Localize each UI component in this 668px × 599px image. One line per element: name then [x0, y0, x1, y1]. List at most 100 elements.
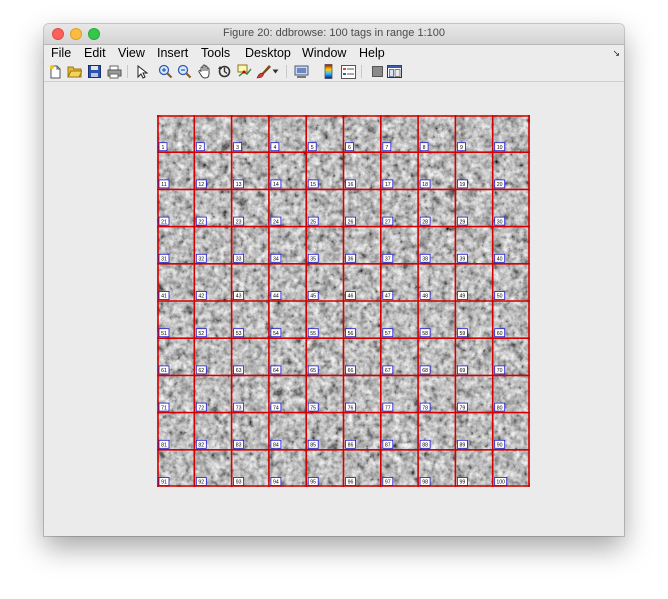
- tile-label: 42: [195, 291, 207, 300]
- menu-help[interactable]: Help: [359, 46, 385, 60]
- tile-label: 72: [195, 402, 207, 412]
- tile-label: 3: [233, 142, 242, 152]
- tile-label: 28: [419, 216, 431, 226]
- tile-label-text: 77: [385, 405, 391, 411]
- colorbar-icon[interactable]: [321, 64, 336, 79]
- tile-label-text: 41: [161, 294, 167, 300]
- legend-icon[interactable]: [341, 64, 356, 79]
- menu-view[interactable]: View: [118, 46, 145, 60]
- tile-label: 38: [419, 253, 431, 263]
- tile-label-text: 78: [422, 405, 428, 411]
- tile-label: 94: [270, 477, 282, 486]
- figure-toolbar: [44, 62, 624, 82]
- tile-label: 44: [270, 291, 282, 300]
- brush-icon[interactable]: [256, 64, 271, 79]
- data-cursor-icon[interactable]: [237, 64, 252, 79]
- link-plot-icon[interactable]: [294, 64, 309, 79]
- tile-label-text: 74: [273, 405, 279, 411]
- tile-label: 76: [345, 402, 356, 412]
- tile-label: 78: [419, 402, 431, 412]
- tile-label: 21: [158, 216, 170, 226]
- title-bar[interactable]: Figure 20: ddbrowse: 100 tags in range 1…: [44, 24, 624, 45]
- tile-label-text: 39: [460, 257, 466, 263]
- tile-label-text: 52: [198, 331, 204, 337]
- tile-label: 60: [494, 328, 506, 338]
- tile-label-text: 30: [497, 219, 503, 225]
- tile-label: 8: [419, 142, 429, 152]
- hide-plot-tools-icon[interactable]: [370, 64, 385, 79]
- tile-label-text: 33: [236, 257, 242, 263]
- tile-label-text: 62: [198, 368, 204, 374]
- tile-label-text: 36: [348, 257, 354, 263]
- tile-label-text: 22: [198, 219, 204, 225]
- tile-label-text: 1: [162, 145, 165, 151]
- tile-label: 22: [195, 216, 207, 226]
- tile-label-text: 97: [385, 480, 391, 486]
- tile-label: 91: [158, 477, 170, 486]
- tile-label: 29: [456, 216, 468, 226]
- tile-label-text: 83: [236, 443, 242, 449]
- new-figure-icon[interactable]: [48, 64, 63, 79]
- tile-label: 10: [494, 142, 506, 152]
- menu-file[interactable]: File: [51, 46, 71, 60]
- tile-label-text: 54: [273, 331, 279, 337]
- tile-label-text: 3: [236, 145, 239, 151]
- menu-insert[interactable]: Insert: [157, 46, 188, 60]
- tile-label: 66: [345, 365, 356, 375]
- pointer-icon[interactable]: [134, 64, 149, 79]
- tile-label-text: 63: [236, 368, 242, 374]
- tile-label-text: 14: [273, 182, 279, 188]
- tile-label-text: 67: [385, 368, 391, 374]
- print-icon[interactable]: [107, 64, 122, 79]
- tile-label-text: 10: [497, 145, 503, 151]
- tile-label: 52: [195, 328, 207, 338]
- tomogram-montage[interactable]: 1 2 3 4 5 6 7 8 9 10 11 12 13 14 15 16 17 18 19 20 21 22 23 24 2…: [157, 115, 530, 487]
- tile-label-text: 98: [422, 480, 428, 486]
- tile-label-text: 88: [422, 443, 428, 449]
- tile-label-text: 34: [273, 257, 279, 263]
- tile-label-text: 45: [310, 294, 316, 300]
- menu-window[interactable]: Window: [302, 46, 346, 60]
- pan-icon[interactable]: [197, 64, 212, 79]
- brush-dropdown-icon[interactable]: [271, 64, 280, 79]
- figure-canvas: 1 2 3 4 5 6 7 8 9 10 11 12 13 14 15 16 17 18 19 20 21 22 23 24 2…: [44, 82, 624, 536]
- open-file-icon[interactable]: [67, 64, 82, 79]
- tile-label: 6: [345, 142, 354, 152]
- tile-label-text: 82: [198, 443, 204, 449]
- tile-label: 63: [233, 365, 244, 375]
- save-icon[interactable]: [87, 64, 102, 79]
- tile-label: 73: [233, 402, 244, 412]
- tile-label: 54: [270, 328, 282, 338]
- rotate-3d-icon[interactable]: [217, 64, 232, 79]
- tile-label-text: 18: [422, 182, 428, 188]
- zoom-in-icon[interactable]: [158, 64, 173, 79]
- tile-label-text: 2: [199, 145, 202, 151]
- menu-tools[interactable]: Tools: [201, 46, 230, 60]
- tile-label-text: 19: [460, 182, 466, 188]
- dock-arrow-icon[interactable]: ↘: [612, 48, 620, 59]
- tile-label-text: 71: [161, 405, 167, 411]
- menu-edit[interactable]: Edit: [84, 46, 106, 60]
- montage-image: 1 2 3 4 5 6 7 8 9 1011 12 13 14 15 16 17 18 19 2021 22 23 24 2…: [157, 115, 530, 487]
- tile-label-text: 96: [348, 480, 354, 486]
- menu-desktop[interactable]: Desktop: [245, 46, 291, 60]
- tile-label-text: 92: [198, 480, 204, 486]
- tile-label-text: 89: [460, 443, 466, 449]
- tile-label: 31: [158, 253, 170, 263]
- tile-label-text: 48: [422, 294, 428, 300]
- tile-label-text: 40: [497, 257, 503, 263]
- tile-label: 89: [456, 439, 468, 449]
- zoom-out-icon[interactable]: [177, 64, 192, 79]
- tile-label-text: 55: [310, 331, 316, 337]
- tile-label: 96: [345, 477, 356, 486]
- tile-label-text: 20: [497, 182, 503, 188]
- tile-label-text: 90: [497, 443, 503, 449]
- tile-label: 37: [382, 253, 394, 263]
- show-plot-tools-icon[interactable]: [387, 64, 402, 79]
- tile-label-text: 86: [348, 443, 354, 449]
- tile-label: 34: [270, 253, 282, 263]
- tile-label-text: 80: [497, 405, 503, 411]
- tile-label: 9: [456, 142, 466, 152]
- tile-label: 20: [494, 179, 506, 189]
- tile-label: 86: [345, 439, 356, 449]
